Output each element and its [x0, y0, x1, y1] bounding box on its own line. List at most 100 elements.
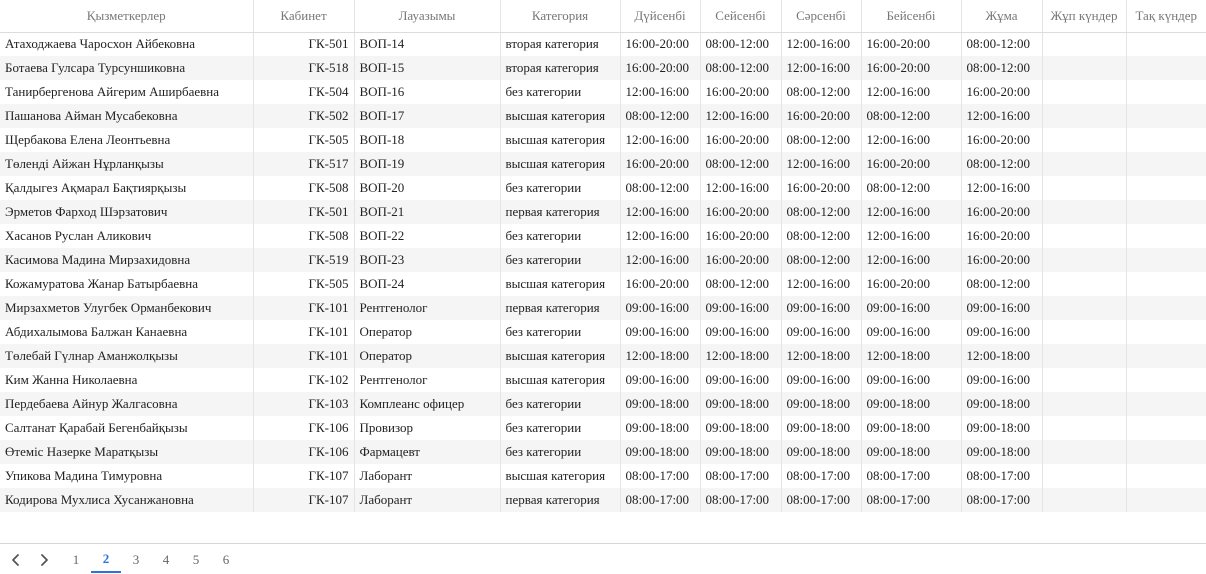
column-header-thursday[interactable]: Бейсенбі	[861, 0, 962, 33]
cell-friday: 09:00-18:00	[961, 440, 1043, 464]
cell-even-days	[1042, 200, 1127, 224]
cell-employee: Өтеміс Назерке Маратқызы	[0, 440, 254, 464]
table-row[interactable]: Танирбергенова Айгерим Аширбаевна ГК-504 В…	[0, 80, 1206, 104]
cell-even-days	[1042, 224, 1127, 248]
cell-even-days	[1042, 320, 1127, 344]
table-row[interactable]: Ботаева Гулсара Турсуншиковна ГК-518 ВОП-1…	[0, 56, 1206, 80]
table-row[interactable]: Мирзахметов Улугбек Орманбекович ГК-101 Ре…	[0, 296, 1206, 320]
cell-even-days	[1042, 296, 1127, 320]
cell-friday: 16:00-20:00	[961, 80, 1043, 104]
table-row[interactable]: Қалдыгез Ақмарал Бақтиярқызы ГК-508 ВОП-20…	[0, 176, 1206, 200]
column-header-monday[interactable]: Дүйсенбі	[620, 0, 701, 33]
cell-thursday: 12:00-18:00	[861, 344, 962, 368]
cell-thursday: 16:00-20:00	[861, 152, 962, 176]
next-page-button[interactable]	[30, 547, 58, 573]
cell-wednesday: 09:00-16:00	[781, 296, 862, 320]
cell-category: первая категория	[500, 488, 621, 512]
cell-tuesday: 09:00-16:00	[700, 296, 782, 320]
cell-position: ВОП-15	[354, 56, 501, 80]
cell-monday: 08:00-12:00	[620, 104, 701, 128]
cell-monday: 12:00-16:00	[620, 128, 701, 152]
cell-friday: 09:00-16:00	[961, 368, 1043, 392]
cell-cabinet: ГК-502	[253, 104, 355, 128]
cell-even-days	[1042, 128, 1127, 152]
column-header-employees[interactable]: Қызметкерлер	[0, 0, 254, 33]
table-row[interactable]: Касимова Мадина Мирзахидовна ГК-519 ВОП-23…	[0, 248, 1206, 272]
table-row[interactable]: Ким Жанна Николаевна ГК-102 Рентгенолог выс…	[0, 368, 1206, 392]
cell-tuesday: 08:00-12:00	[700, 152, 782, 176]
cell-position: ВОП-19	[354, 152, 501, 176]
cell-thursday: 12:00-16:00	[861, 128, 962, 152]
column-header-odd-days[interactable]: Тақ күндер	[1126, 0, 1206, 33]
page-6-button[interactable]: 6	[211, 547, 241, 573]
cell-odd-days	[1126, 224, 1206, 248]
table-row[interactable]: Абдихалымова Балжан Канаевна ГК-101 Операт…	[0, 320, 1206, 344]
cell-employee: Қалдыгез Ақмарал Бақтиярқызы	[0, 176, 254, 200]
page-1-button[interactable]: 1	[61, 547, 91, 573]
cell-category: без категории	[500, 176, 621, 200]
column-header-even-days[interactable]: Жұп күндер	[1042, 0, 1127, 33]
cell-friday: 16:00-20:00	[961, 200, 1043, 224]
cell-friday: 08:00-17:00	[961, 488, 1043, 512]
cell-position: ВОП-24	[354, 272, 501, 296]
cell-employee: Танирбергенова Айгерим Аширбаевна	[0, 80, 254, 104]
table-row[interactable]: Төлебай Гүлнар Аманжолқызы ГК-101 Оператор…	[0, 344, 1206, 368]
page-4-button[interactable]: 4	[151, 547, 181, 573]
table-row[interactable]: Эрметов Фарход Шэрзатович ГК-501 ВОП-21 пер…	[0, 200, 1206, 224]
cell-monday: 16:00-20:00	[620, 32, 701, 56]
column-header-position[interactable]: Лауазымы	[354, 0, 501, 33]
pagination: 123456	[0, 546, 1206, 574]
cell-odd-days	[1126, 344, 1206, 368]
column-header-cabinet[interactable]: Кабинет	[253, 0, 355, 33]
page-5-button[interactable]: 5	[181, 547, 211, 573]
table-row[interactable]: Щербакова Елена Леонтьевна ГК-505 ВОП-18 вы…	[0, 128, 1206, 152]
cell-friday: 09:00-18:00	[961, 416, 1043, 440]
cell-category: высшая категория	[500, 104, 621, 128]
cell-cabinet: ГК-101	[253, 296, 355, 320]
cell-thursday: 09:00-18:00	[861, 440, 962, 464]
cell-position: Рентгенолог	[354, 368, 501, 392]
column-header-tuesday[interactable]: Сейсенбі	[700, 0, 782, 33]
column-header-wednesday[interactable]: Сәрсенбі	[781, 0, 862, 33]
table-row[interactable]: Кожамуратова Жанар Батырбаевна ГК-505 ВОП-…	[0, 272, 1206, 296]
cell-employee: Төлебай Гүлнар Аманжолқызы	[0, 344, 254, 368]
cell-even-days	[1042, 56, 1127, 80]
page-list: 123456	[61, 547, 241, 573]
cell-odd-days	[1126, 176, 1206, 200]
cell-wednesday: 08:00-12:00	[781, 224, 862, 248]
table-row[interactable]: Упикова Мадина Тимуровна ГК-107 Лаборант вы…	[0, 464, 1206, 488]
cell-tuesday: 08:00-12:00	[700, 272, 782, 296]
table-row[interactable]: Атаходжаева Чаросхон Айбековна ГК-501 ВОП-…	[0, 32, 1206, 56]
page-3-button[interactable]: 3	[121, 547, 151, 573]
cell-cabinet: ГК-501	[253, 32, 355, 56]
cell-even-days	[1042, 248, 1127, 272]
cell-position: Фармацевт	[354, 440, 501, 464]
table-row[interactable]: Пашанова Айман Мусабековна ГК-502 ВОП-17 вы…	[0, 104, 1206, 128]
chevron-right-icon	[37, 553, 51, 567]
prev-page-button[interactable]	[2, 547, 30, 573]
page-2-button[interactable]: 2	[91, 547, 121, 573]
column-header-friday[interactable]: Жұма	[961, 0, 1043, 33]
cell-tuesday: 09:00-18:00	[700, 416, 782, 440]
cell-thursday: 12:00-16:00	[861, 80, 962, 104]
cell-tuesday: 16:00-20:00	[700, 248, 782, 272]
cell-employee: Кодирова Мухлиса Хусанжановна	[0, 488, 254, 512]
cell-cabinet: ГК-101	[253, 344, 355, 368]
table-row[interactable]: Салтанат Қарабай Бегенбайқызы ГК-106 Прови…	[0, 416, 1206, 440]
cell-category: без категории	[500, 416, 621, 440]
table-row[interactable]: Хасанов Руслан Аликович ГК-508 ВОП-22 без к…	[0, 224, 1206, 248]
column-header-category[interactable]: Категория	[500, 0, 621, 33]
cell-category: высшая категория	[500, 368, 621, 392]
table-row[interactable]: Өтеміс Назерке Маратқызы ГК-106 Фармацевт б…	[0, 440, 1206, 464]
table-header-row: Қызметкерлер Кабинет Лауазымы Категория …	[0, 0, 1206, 33]
cell-tuesday: 16:00-20:00	[700, 224, 782, 248]
cell-friday: 09:00-18:00	[961, 392, 1043, 416]
cell-thursday: 16:00-20:00	[861, 56, 962, 80]
cell-position: Оператор	[354, 320, 501, 344]
table-row[interactable]: Кодирова Мухлиса Хусанжановна ГК-107 Лабор…	[0, 488, 1206, 512]
cell-employee: Мирзахметов Улугбек Орманбекович	[0, 296, 254, 320]
table-row[interactable]: Төленді Айжан Нұрланқызы ГК-517 ВОП-19 высш…	[0, 152, 1206, 176]
table-row[interactable]: Пердебаева Айнур Жалгасовна ГК-103 Комплеа…	[0, 392, 1206, 416]
cell-monday: 09:00-18:00	[620, 416, 701, 440]
cell-thursday: 12:00-16:00	[861, 200, 962, 224]
